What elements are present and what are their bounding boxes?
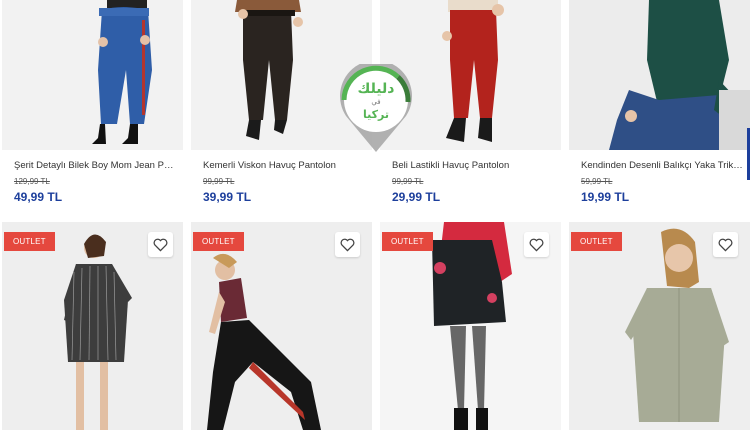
outlet-badge: OUTLET: [571, 232, 622, 251]
outlet-badge: OUTLET: [193, 232, 244, 251]
product-name[interactable]: Beli Lastikli Havuç Pantolon: [392, 160, 554, 172]
product-name[interactable]: Şerit Detaylı Bilek Boy Mom Jean Pa...: [14, 160, 176, 172]
product-card[interactable]: OUTLET: [2, 222, 183, 430]
favorite-button[interactable]: [148, 232, 173, 257]
product-card[interactable]: OUTLET: [569, 222, 750, 430]
watermark-logo: دليلك في تركيا: [338, 60, 414, 154]
product-card[interactable]: OUTLET: [191, 222, 372, 430]
watermark-text-bottom: تركيا: [363, 108, 389, 121]
product-card[interactable]: Şerit Detaylı Bilek Boy Mom Jean Pa... 1…: [2, 0, 183, 215]
product-info: Kemerli Viskon Havuç Pantolon 99,99 TL 3…: [191, 160, 372, 204]
product-info: Şerit Detaylı Bilek Boy Mom Jean Pa... 1…: [2, 160, 183, 204]
heart-icon: [340, 238, 355, 252]
favorite-button[interactable]: [524, 232, 549, 257]
old-price: 99,99 TL: [203, 177, 235, 186]
sale-price: 49,99 TL: [14, 190, 63, 204]
product-card[interactable]: OUTLET: [380, 222, 561, 430]
favorite-button[interactable]: [713, 232, 738, 257]
heart-icon: [718, 238, 733, 252]
product-name[interactable]: Kemerli Viskon Havuç Pantolon: [203, 160, 365, 172]
old-price: 59,99 TL: [581, 177, 613, 186]
heart-icon: [153, 238, 168, 252]
old-price: 129,99 TL: [14, 177, 50, 186]
product-name[interactable]: Kendinden Desenli Balıkçı Yaka Triko...: [581, 160, 743, 172]
old-price: 99,99 TL: [392, 177, 424, 186]
sale-price: 19,99 TL: [581, 190, 630, 204]
product-card[interactable]: Kendinden Desenli Balıkçı Yaka Triko... …: [569, 0, 750, 215]
product-info: Beli Lastikli Havuç Pantolon 99,99 TL 29…: [380, 160, 561, 204]
product-info: Kendinden Desenli Balıkçı Yaka Triko... …: [569, 160, 750, 204]
sale-price: 39,99 TL: [203, 190, 252, 204]
heart-icon: [529, 238, 544, 252]
product-image[interactable]: [569, 0, 750, 150]
favorite-button[interactable]: [335, 232, 360, 257]
watermark-text-mid: في: [371, 98, 380, 106]
outlet-badge: OUTLET: [382, 232, 433, 251]
sale-price: 29,99 TL: [392, 190, 441, 204]
outlet-badge: OUTLET: [4, 232, 55, 251]
product-image[interactable]: [2, 0, 183, 150]
watermark-text-top: دليلك: [358, 81, 395, 97]
